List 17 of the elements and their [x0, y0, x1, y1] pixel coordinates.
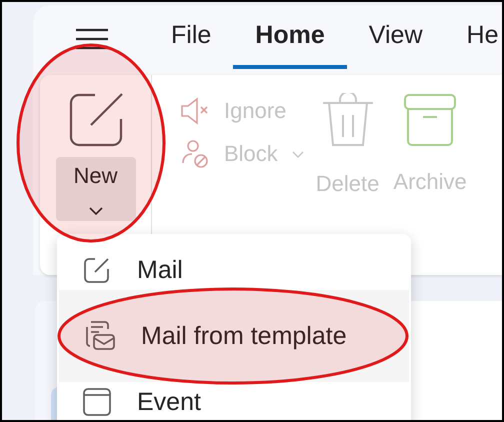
trash-icon: [320, 93, 375, 149]
muted-speaker-icon: [180, 97, 210, 125]
menu-item[interactable]: Mail from template: [59, 290, 409, 382]
archive-box-icon: [404, 93, 456, 147]
ribbon-tab[interactable]: Home: [233, 5, 347, 69]
chevron-down-icon: [88, 207, 102, 215]
ribbon-tab[interactable]: View: [346, 5, 445, 69]
calendar-icon: [83, 388, 111, 416]
compose-icon: [83, 256, 111, 284]
menu-icon[interactable]: [75, 28, 109, 50]
ribbon-tab[interactable]: He: [444, 5, 502, 69]
menu-item[interactable]: Event: [59, 382, 409, 420]
template-mail-icon: [83, 321, 115, 351]
compose-icon: [68, 93, 122, 147]
ribbon-tab[interactable]: File: [149, 5, 234, 69]
chevron-down-icon: [292, 150, 304, 158]
person-block-icon: [180, 139, 210, 169]
